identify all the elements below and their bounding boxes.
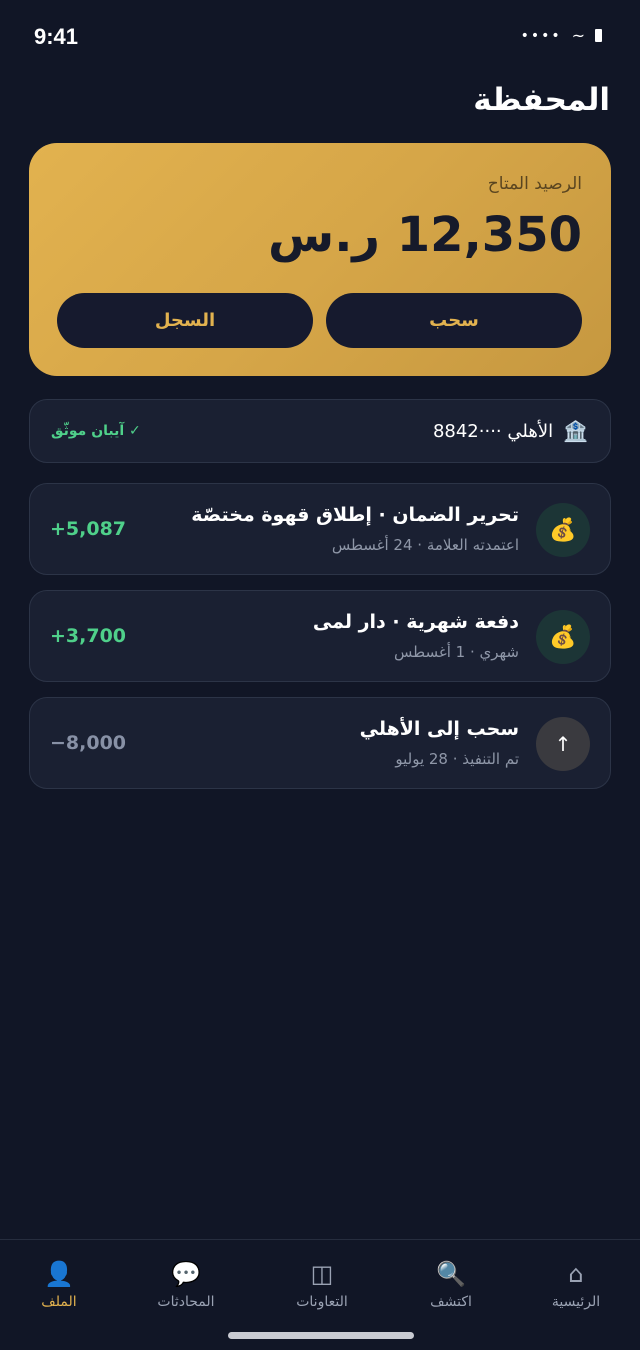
verified-iban-badge: ✓ آيبان موثّق xyxy=(51,423,141,439)
status-bar: 9:41 •••• ~ xyxy=(0,0,640,72)
status-icons: •••• ~ xyxy=(521,26,602,45)
chat-icon: 💬 xyxy=(171,1260,201,1288)
wallet-screen: 9:41 •••• ~ المحفظة الرصيد المتاح 12,350… xyxy=(0,0,640,1350)
money-bag-icon: 💰 xyxy=(536,503,590,557)
home-icon: ⌂ xyxy=(568,1260,584,1288)
profile-icon: 👤 xyxy=(44,1260,74,1288)
tab-label: التعاونات xyxy=(296,1294,348,1310)
home-indicator xyxy=(228,1332,414,1339)
transaction-subtitle: اعتمدته العلامة · 24 أغسطس xyxy=(331,536,519,554)
transaction-title: تحرير الضمان · إطلاق قهوة مختصّة xyxy=(191,504,519,526)
balance-label: الرصيد المتاح xyxy=(487,174,582,194)
battery-icon xyxy=(595,29,602,42)
tab-label: اكتشف xyxy=(430,1294,472,1310)
balance-amount: 12,350 ر.س xyxy=(267,207,582,263)
tab-chats[interactable]: 💬 المحادثات xyxy=(122,1258,250,1328)
transaction-item[interactable]: 💰 دفعة شهرية · دار لمى شهري · 1 أغسطس +3… xyxy=(29,590,611,682)
tab-profile[interactable]: 👤 الملف xyxy=(0,1258,123,1328)
arrow-up-icon: ↑ xyxy=(536,717,590,771)
history-button[interactable]: السجل xyxy=(57,293,313,348)
tab-collaborations[interactable]: ◫ التعاونات xyxy=(258,1258,386,1328)
bank-name-group: 🏦 الأهلي ····8842 xyxy=(433,400,588,462)
bank-icon: 🏦 xyxy=(563,419,588,443)
transaction-amount: −8,000 xyxy=(50,732,127,754)
search-icon: 🔍 xyxy=(436,1260,466,1288)
tab-label: الرئيسية xyxy=(551,1294,601,1310)
transaction-item[interactable]: ↑ سحب إلى الأهلي تم التنفيذ · 28 يوليو −… xyxy=(29,697,611,789)
money-bag-icon: 💰 xyxy=(536,610,590,664)
tab-discover[interactable]: 🔍 اكتشف xyxy=(387,1258,515,1328)
bank-name: الأهلي ····8842 xyxy=(432,420,554,442)
collabs-icon: ◫ xyxy=(310,1260,334,1288)
tab-label: المحادثات xyxy=(157,1294,215,1310)
transaction-amount: +5,087 xyxy=(50,518,127,540)
transaction-title: دفعة شهرية · دار لمى xyxy=(312,611,519,633)
transaction-item[interactable]: 💰 تحرير الضمان · إطلاق قهوة مختصّة اعتمد… xyxy=(29,483,611,575)
balance-card: الرصيد المتاح 12,350 ر.س سحب السجل xyxy=(29,143,611,376)
transaction-subtitle: تم التنفيذ · 28 يوليو xyxy=(395,750,519,768)
tab-label: الملف xyxy=(41,1294,77,1310)
transaction-title: سحب إلى الأهلي xyxy=(359,718,519,740)
transaction-amount: +3,700 xyxy=(50,625,127,647)
withdraw-button[interactable]: سحب xyxy=(326,293,582,348)
status-time: 9:41 xyxy=(34,24,79,49)
signal-icon: •••• xyxy=(520,27,562,44)
tab-home[interactable]: ⌂ الرئيسية xyxy=(512,1258,640,1328)
page-title: المحفظة xyxy=(473,82,610,118)
transaction-subtitle: شهري · 1 أغسطس xyxy=(394,643,519,661)
wifi-icon: ~ xyxy=(571,26,585,45)
bank-account-row[interactable]: 🏦 الأهلي ····8842 ✓ آيبان موثّق xyxy=(29,399,611,463)
